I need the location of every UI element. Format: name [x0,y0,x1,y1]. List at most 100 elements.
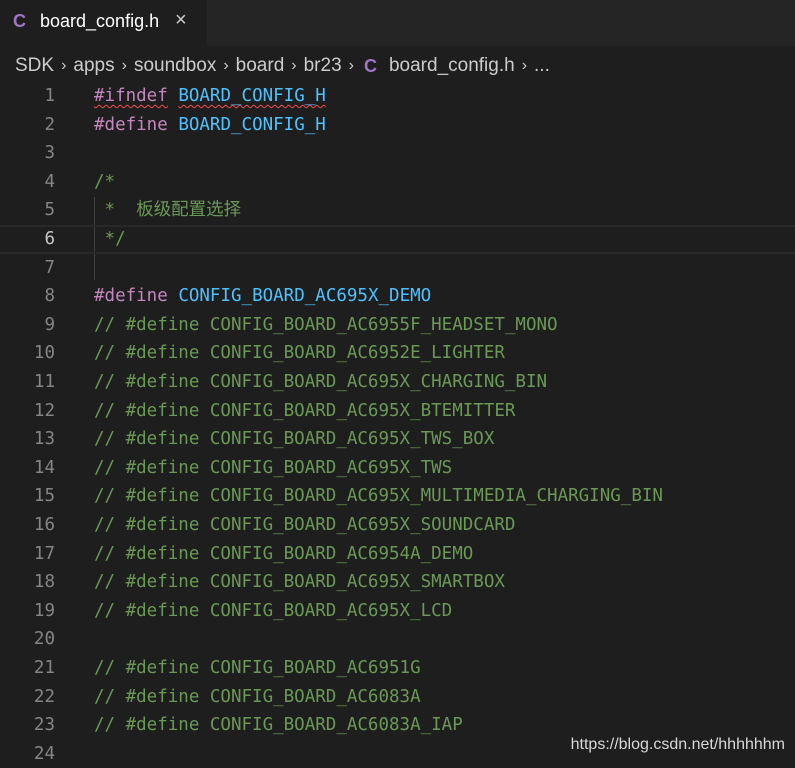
code-comment: // #define CONFIG_BOARD_AC695X_CHARGING_… [94,372,548,392]
code-text: #ifndef BOARD_CONFIG_H [94,82,326,111]
line-number: 10 [33,343,55,364]
code-line[interactable]: 17 // #define CONFIG_BOARD_AC6954A_DEMO [0,540,795,569]
code-line[interactable]: 22 // #define CONFIG_BOARD_AC6083A [0,683,795,712]
code-text: // #define CONFIG_BOARD_AC695X_BTEMITTER [94,397,515,426]
line-number: 5 [44,200,55,221]
tab-label: board_config.h [40,11,160,31]
line-number: 15 [33,486,55,507]
code-text: * 板级配置选择 [94,196,242,225]
code-line[interactable]: 15 // #define CONFIG_BOARD_AC695X_MULTIME… [0,482,795,511]
code-text: // #define CONFIG_BOARD_AC6083A [94,683,421,712]
code-line[interactable]: 11 // #define CONFIG_BOARD_AC695X_CHARGIN… [0,368,795,397]
code-text: #define BOARD_CONFIG_H [94,111,326,140]
code-text: // #define CONFIG_BOARD_AC695X_CHARGING_… [94,368,547,397]
code-comment: // #define CONFIG_BOARD_AC6952E_LIGHTER [94,343,505,364]
code-comment: /* [94,171,116,192]
code-line[interactable]: 9 // #define CONFIG_BOARD_AC6955F_HEADSET… [0,311,795,340]
breadcrumb-item-soundbox[interactable]: soundbox [134,55,216,77]
breadcrumb-item-apps[interactable]: apps [73,55,114,77]
chevron-right-icon: › [223,57,229,74]
chevron-right-icon: › [348,57,354,74]
code-line[interactable]: 20 [0,625,795,654]
code-line[interactable]: 8 #define CONFIG_BOARD_AC695X_DEMO [0,282,795,311]
line-number: 22 [33,686,55,707]
code-text: // #define CONFIG_BOARD_AC695X_MULTIMEDI… [94,482,663,511]
code-line[interactable]: 1 #ifndef BOARD_CONFIG_H [0,82,795,111]
code-keyword: #ifndef [94,86,168,106]
code-keyword: #define [94,286,168,307]
line-number: 19 [33,600,55,621]
code-text: // #define CONFIG_BOARD_AC6954A_DEMO [94,540,473,569]
code-comment: // #define CONFIG_BOARD_AC695X_MULTIMEDI… [94,486,663,507]
line-number: 3 [44,143,55,164]
code-line[interactable]: 14 // #define CONFIG_BOARD_AC695X_TWS [0,454,795,483]
line-number: 7 [44,257,55,278]
code-text: // #define CONFIG_BOARD_AC6951G [94,654,421,683]
breadcrumb-item-sdk[interactable]: SDK [15,55,54,77]
code-identifier: CONFIG_BOARD_AC695X_DEMO [178,286,432,307]
code-text: // #define CONFIG_BOARD_AC695X_TWS_BOX [94,425,494,454]
code-text: // #define CONFIG_BOARD_AC6952E_LIGHTER [94,339,505,368]
tab-board-config[interactable]: C board_config.h × [0,0,207,46]
code-line[interactable]: 2 #define BOARD_CONFIG_H [0,111,795,140]
c-file-icon: C [13,11,26,31]
code-line[interactable]: 21 // #define CONFIG_BOARD_AC6951G [0,654,795,683]
code-line[interactable]: 13 // #define CONFIG_BOARD_AC695X_TWS_BOX [0,425,795,454]
code-comment: * 板级配置选择 [94,200,242,221]
code-text: #define CONFIG_BOARD_AC695X_DEMO [94,282,431,311]
code-line[interactable]: 18 // #define CONFIG_BOARD_AC695X_SMARTBO… [0,568,795,597]
code-line[interactable]: 10 // #define CONFIG_BOARD_AC6952E_LIGHTE… [0,339,795,368]
line-number: 11 [33,372,55,392]
code-line[interactable]: 6 */ [0,225,795,254]
breadcrumb-item-file[interactable]: board_config.h [389,55,515,77]
code-line[interactable]: 12 // #define CONFIG_BOARD_AC695X_BTEMITT… [0,397,795,426]
code-line[interactable]: 16 // #define CONFIG_BOARD_AC695X_SOUNDCA… [0,511,795,540]
code-comment: // #define CONFIG_BOARD_AC6083A [94,686,421,707]
code-comment: // #define CONFIG_BOARD_AC6955F_HEADSET_… [94,314,558,335]
code-comment: // #define CONFIG_BOARD_AC6951G [94,658,421,678]
code-comment: // #define CONFIG_BOARD_AC695X_TWS [94,457,453,478]
code-line[interactable]: 5 * 板级配置选择 [0,196,795,225]
line-number: 8 [44,286,55,307]
code-comment: // #define CONFIG_BOARD_AC6954A_DEMO [94,543,474,564]
breadcrumb-more[interactable]: ... [534,55,550,77]
line-number: 20 [33,629,55,650]
code-comment: */ [94,229,126,249]
watermark: https://blog.csdn.net/hhhhhhm [570,736,785,753]
chevron-right-icon: › [521,57,528,74]
code-line[interactable]: 19 // #define CONFIG_BOARD_AC695X_LCD [0,597,795,626]
breadcrumb-item-board[interactable]: board [236,55,285,77]
code-text: /* [94,168,115,197]
code-editor[interactable]: 1 #ifndef BOARD_CONFIG_H 2 #define BOARD_CO… [0,82,795,764]
breadcrumb-item-br23[interactable]: br23 [304,55,342,77]
code-comment: // #define CONFIG_BOARD_AC6083A_IAP [94,715,463,736]
code-identifier: BOARD_CONFIG_H [178,86,326,106]
code-identifier: BOARD_CONFIG_H [178,114,326,135]
code-line[interactable]: 3 [0,139,795,168]
line-number: 1 [44,86,55,106]
line-number: 6 [44,229,55,249]
code-comment: // #define CONFIG_BOARD_AC695X_BTEMITTER [94,400,516,421]
line-number: 17 [33,543,55,564]
code-comment: // #define CONFIG_BOARD_AC695X_SMARTBOX [94,572,505,593]
code-text: // #define CONFIG_BOARD_AC6955F_HEADSET_… [94,311,558,340]
code-text: // #define CONFIG_BOARD_AC695X_SMARTBOX [94,568,505,597]
code-text: // #define CONFIG_BOARD_AC695X_SOUNDCARD [94,511,515,540]
line-number: 23 [33,715,55,736]
code-line[interactable]: 4 /* [0,168,795,197]
c-file-icon: C [363,55,377,76]
line-number: 12 [33,400,55,421]
breadcrumb: SDK › apps › soundbox › board › br23 › C… [0,48,795,84]
tab-bar: C board_config.h × [0,0,795,46]
line-number: 16 [33,515,55,535]
code-line[interactable]: 7 [0,254,795,283]
line-number: 4 [44,171,55,192]
code-comment: // #define CONFIG_BOARD_AC695X_SOUNDCARD [94,515,516,535]
line-number: 21 [33,658,55,678]
code-text: */ [94,227,126,252]
chevron-right-icon: › [291,57,297,74]
close-icon[interactable]: × [175,9,187,32]
